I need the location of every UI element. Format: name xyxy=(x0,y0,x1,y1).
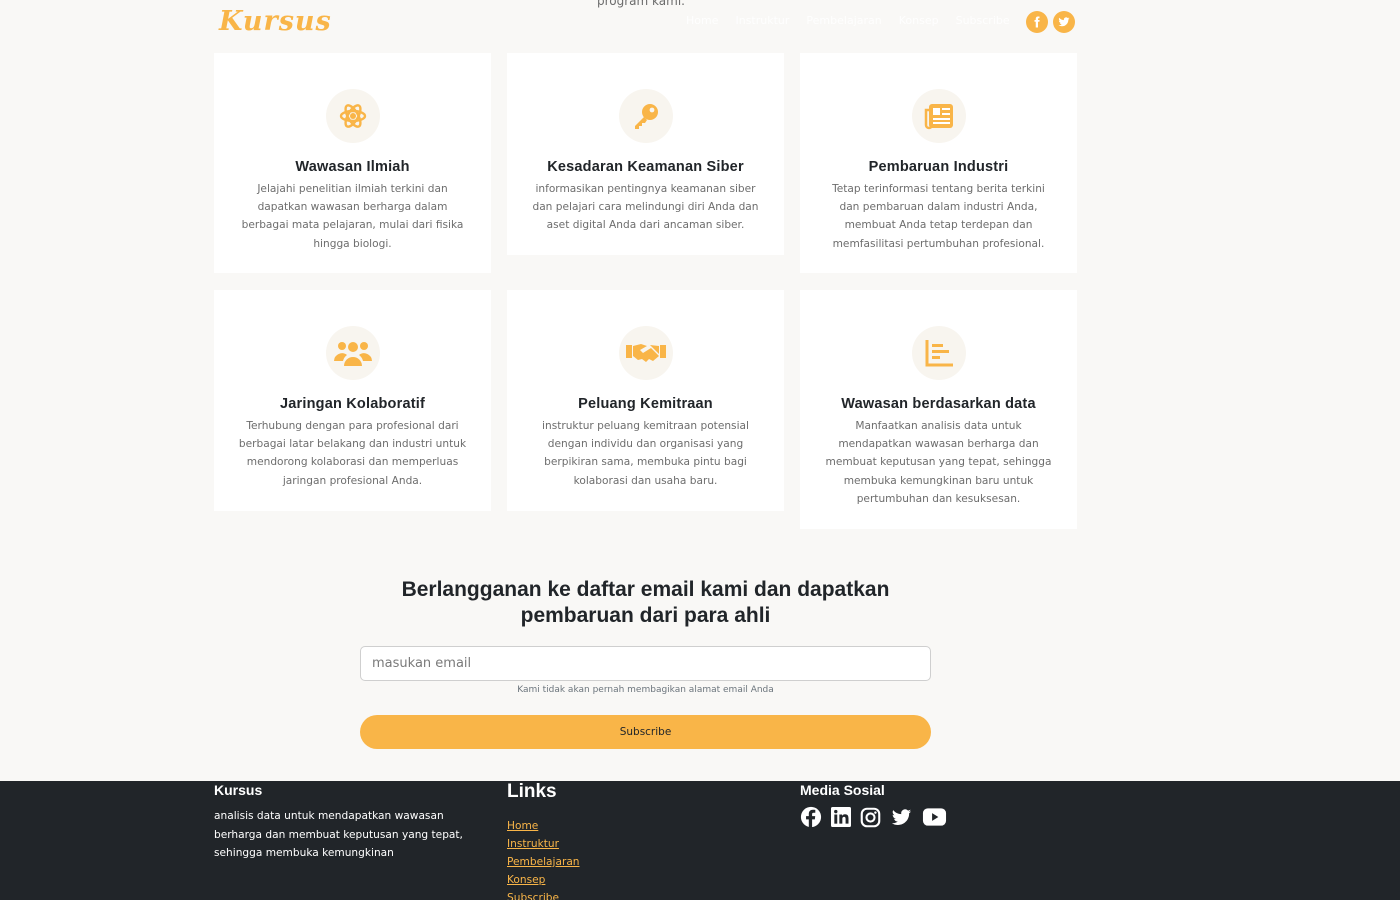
nav-link-konsep[interactable]: Konsep xyxy=(899,14,939,27)
twitter-icon[interactable] xyxy=(1053,11,1075,33)
youtube-icon[interactable] xyxy=(922,807,947,831)
feature-card: Kesadaran Keamanan Siber informasikan pe… xyxy=(507,53,784,255)
email-privacy-hint: Kami tidak akan pernah membagikan alamat… xyxy=(517,685,774,695)
facebook-icon[interactable] xyxy=(1026,11,1048,33)
feature-text: instruktur peluang kemitraan potensial d… xyxy=(542,420,749,487)
feature-title: Pembaruan Industri xyxy=(868,159,1009,175)
feature-text: Tetap terinformasi tentang berita terkin… xyxy=(832,183,1045,250)
feature-text: informasikan pentingnya keamanan siber d… xyxy=(532,183,759,232)
footer-link-home[interactable]: Home xyxy=(507,820,538,832)
header-social xyxy=(1026,11,1075,33)
nav-link-instruktur[interactable]: Instruktur xyxy=(735,14,789,27)
nav-link-pembelajaran[interactable]: Pembelajaran xyxy=(806,14,881,27)
feature-text: Jelajahi penelitian ilmiah terkini dan d… xyxy=(241,183,464,250)
twitter-icon[interactable] xyxy=(890,807,913,832)
nav-links: Home Instruktur Pembelajaran Konsep Subs… xyxy=(686,14,1010,27)
footer-description: analisis data untuk mendapatkan wawasan … xyxy=(214,810,463,859)
instagram-icon[interactable] xyxy=(860,807,881,832)
footer: Kursus analisis data untuk mendapatkan w… xyxy=(0,781,1400,900)
footer-social-icons xyxy=(800,806,947,832)
footer-link-instruktur[interactable]: Instruktur xyxy=(507,838,559,850)
footer-links: Home Instruktur Pembelajaran Konsep Subs… xyxy=(507,814,580,900)
bar-chart-icon xyxy=(911,326,966,380)
feature-card: Jaringan Kolaboratif Terhubung dengan pa… xyxy=(214,290,491,511)
feature-title: Wawasan berdasarkan data xyxy=(841,396,1036,412)
footer-link-subscribe[interactable]: Subscribe xyxy=(507,892,559,900)
feature-text: Terhubung dengan para profesional dari b… xyxy=(238,420,467,487)
feature-title: Kesadaran Keamanan Siber xyxy=(547,159,744,175)
footer-social-title: Media Sosial xyxy=(800,782,885,798)
newspaper-icon xyxy=(911,89,966,143)
people-icon xyxy=(325,326,380,380)
intro-text-tail: program kami. xyxy=(597,0,685,8)
top-navbar: program kami. Kursus Home Instruktur Pem… xyxy=(0,0,1400,44)
footer-link-konsep[interactable]: Konsep xyxy=(507,874,545,886)
feature-card: Pembaruan Industri Tetap terinformasi te… xyxy=(800,53,1077,273)
key-icon xyxy=(618,89,673,143)
facebook-icon[interactable] xyxy=(800,806,822,832)
nav-link-subscribe[interactable]: Subscribe xyxy=(956,14,1010,27)
feature-card: Wawasan Ilmiah Jelajahi penelitian ilmia… xyxy=(214,53,491,273)
subscribe-title: Berlangganan ke daftar email kami dan da… xyxy=(401,578,890,627)
brand-logo[interactable]: Kursus xyxy=(219,6,332,37)
footer-link-pembelajaran[interactable]: Pembelajaran xyxy=(507,856,580,868)
feature-card: Peluang Kemitraan instruktur peluang kem… xyxy=(507,290,784,511)
subscribe-button[interactable]: Subscribe xyxy=(360,715,931,749)
nav-link-home[interactable]: Home xyxy=(686,14,718,27)
footer-links-title: Links xyxy=(507,781,557,802)
linkedin-icon[interactable] xyxy=(831,807,851,831)
atom-icon xyxy=(325,89,380,143)
handshake-icon xyxy=(618,326,673,380)
feature-card: Wawasan berdasarkan data Manfaatkan anal… xyxy=(800,290,1077,529)
feature-title: Jaringan Kolaboratif xyxy=(280,396,425,412)
feature-title: Wawasan Ilmiah xyxy=(295,159,410,175)
feature-title: Peluang Kemitraan xyxy=(578,396,713,412)
feature-text: Manfaatkan analisis data untuk mendapatk… xyxy=(825,420,1052,505)
footer-brand: Kursus xyxy=(214,782,263,798)
email-input[interactable] xyxy=(360,646,931,681)
